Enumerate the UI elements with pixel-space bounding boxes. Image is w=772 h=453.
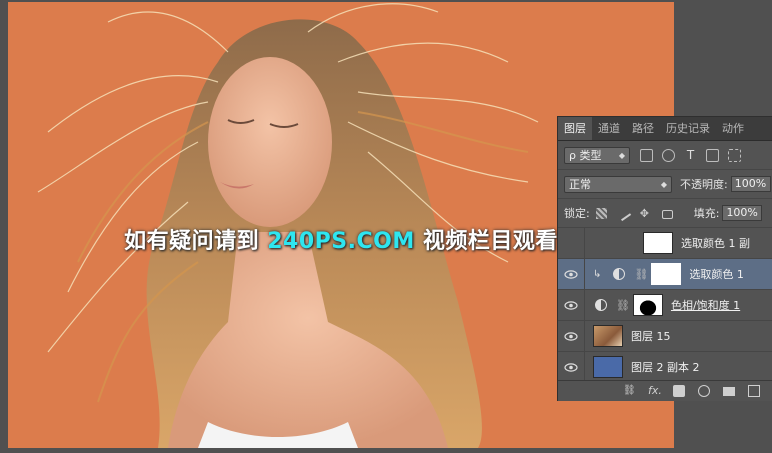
eye-icon [564,269,578,279]
filter-icons: T [640,148,750,162]
visibility-toggle[interactable] [558,290,585,320]
chain-link-icon[interactable]: ⛓ [634,268,648,281]
filter-type-label: ρ 类型 [569,149,602,162]
layer-name: 图层 2 副本 2 [631,361,700,374]
layer-mask-thumbnail[interactable] [632,294,663,316]
lock-move-icon[interactable]: ✥ [640,208,651,219]
eye-icon [564,362,578,372]
layer-name: 选取颜色 1 [689,268,744,281]
adjustment-icon[interactable] [698,385,710,397]
layer-row[interactable]: 选取颜色 1 副 [558,228,772,259]
layer-mask-thumbnail[interactable] [651,263,682,285]
layer-row[interactable]: 图层 2 副本 2 [558,352,772,383]
tab-channels[interactable]: 通道 [592,117,626,140]
mask-icon[interactable] [673,385,685,397]
adjustment-layer-icon [613,268,626,280]
layer-name: 选取颜色 1 副 [681,237,750,250]
lock-label: 锁定: [564,207,590,220]
smart-object-filter-icon[interactable] [728,148,741,162]
image-filter-icon[interactable] [640,148,653,162]
visibility-toggle[interactable] [558,321,585,351]
fill-label: 填充: [693,207,720,220]
clip-arrow-icon: ↳ [593,268,602,280]
chevron-updown-icon: ◆ [618,150,625,160]
visibility-toggle[interactable] [558,259,585,289]
lock-row: 锁定: ✥ 填充: 100% [558,199,772,228]
blend-mode-value: 正常 [569,178,591,191]
chain-link-icon[interactable]: ⛓ [616,299,630,312]
lock-all-icon[interactable] [661,209,673,219]
link-icon[interactable]: ⛓ [623,385,636,397]
lock-icons: ✥ [595,205,684,221]
visibility-toggle[interactable] [558,352,585,382]
blend-row: 正常 ◆ 不透明度: 100% [558,170,772,199]
layer-row-selected[interactable]: ↳ ⛓ 选取颜色 1 [558,259,772,290]
eye-icon [564,300,578,310]
layer-name: 色相/饱和度 1 [670,299,741,312]
watermark-prefix: 如有疑问请到 [124,229,268,254]
layer-row[interactable]: ⛓ 色相/饱和度 1 [558,290,772,321]
layer-name: 图层 15 [631,330,671,343]
layers-panel: 图层 通道 路径 历史记录 动作 ρ 类型 ◆ T 正常 ◆ 不透明度: 100… [557,116,772,401]
panel-bottom-bar: ⛓ fx. [558,380,772,401]
layer-row[interactable]: 图层 15 [558,321,772,352]
eye-icon [564,331,578,341]
fill-input[interactable]: 100% [722,205,763,221]
lock-brush-icon[interactable] [615,205,631,221]
lock-transparent-icon[interactable] [595,207,607,219]
new-layer-icon[interactable] [748,385,760,397]
watermark-site: 240PS.COM [267,229,415,254]
type-filter-icon[interactable]: T [684,149,697,162]
adjustment-filter-icon[interactable] [662,148,675,162]
chevron-updown-icon: ◆ [660,179,667,189]
layer-fill-thumbnail[interactable] [593,356,623,378]
fx-icon[interactable]: fx. [648,385,662,397]
shape-filter-icon[interactable] [706,148,719,162]
layer-image-thumbnail[interactable] [593,325,623,347]
filter-type-select[interactable]: ρ 类型 ◆ [564,146,630,164]
tab-history[interactable]: 历史记录 [660,117,716,140]
layer-mask-thumbnail[interactable] [643,232,673,254]
visibility-toggle[interactable] [558,228,585,258]
filter-row: ρ 类型 ◆ T [558,141,772,170]
tab-layers[interactable]: 图层 [558,117,592,140]
blend-mode-select[interactable]: 正常 ◆ [564,175,672,193]
opacity-label: 不透明度: [680,178,728,191]
adjustment-layer-icon [595,299,607,311]
tab-paths[interactable]: 路径 [626,117,660,140]
opacity-input[interactable]: 100% [730,176,771,192]
folder-icon[interactable] [723,386,735,396]
tab-actions[interactable]: 动作 [716,117,750,140]
panel-tabs: 图层 通道 路径 历史记录 动作 [558,117,772,141]
